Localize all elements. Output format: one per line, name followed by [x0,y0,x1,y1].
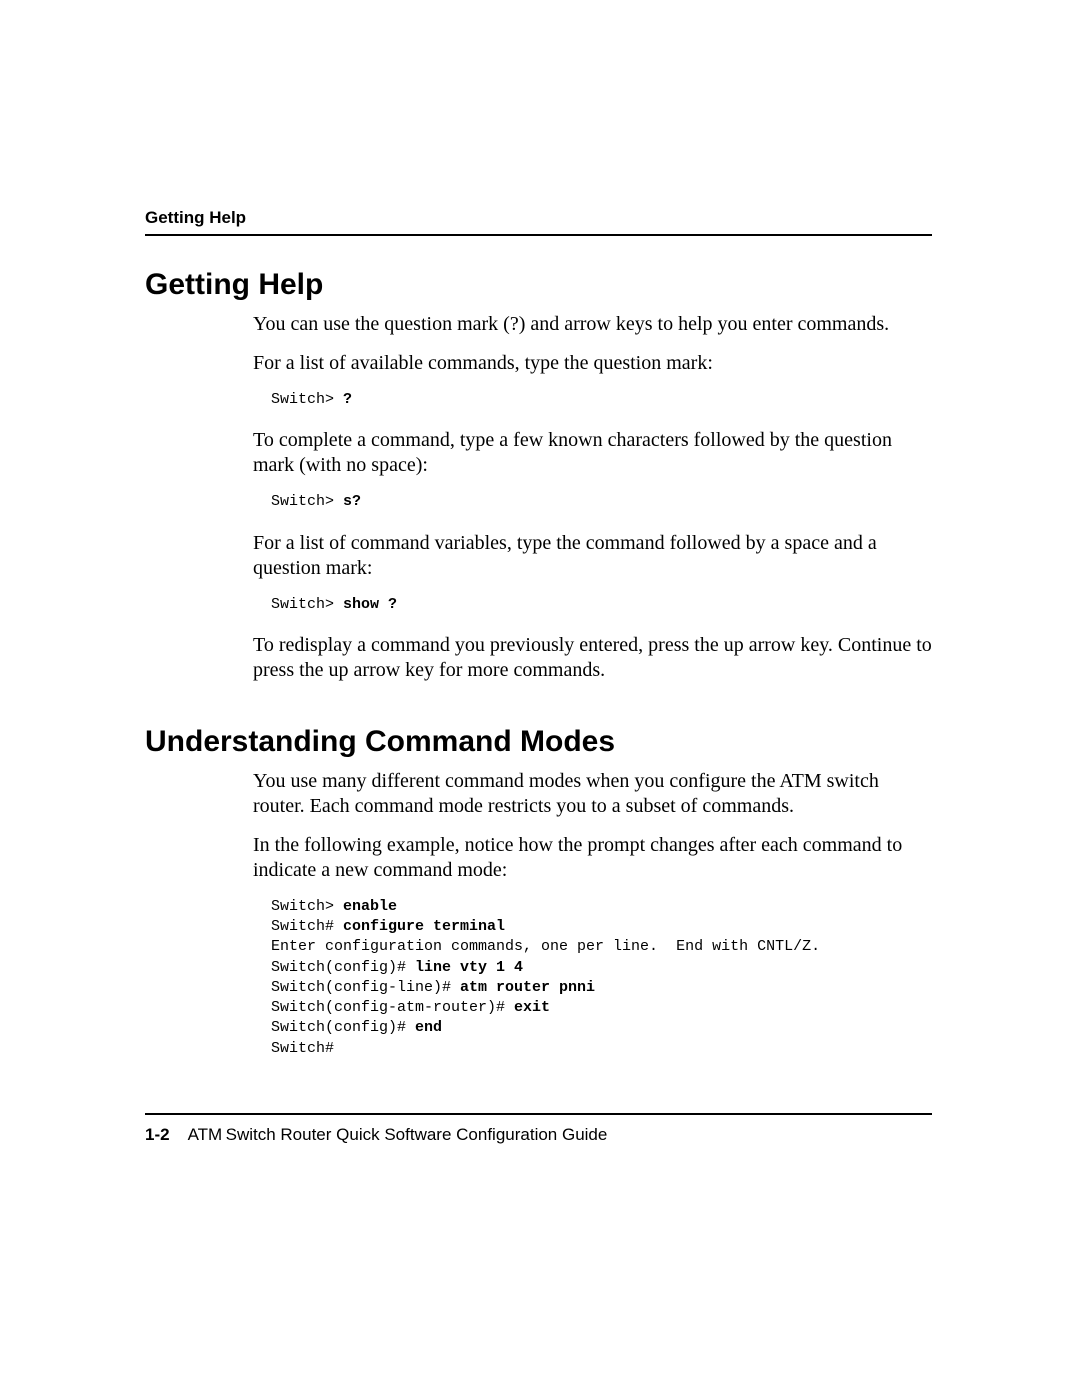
help-code3: Switch> show ? [271,595,932,615]
heading-command-modes: Understanding Command Modes [145,725,932,759]
heading-getting-help: Getting Help [145,268,932,302]
footer: 1-2 ATM Switch Router Quick Software Con… [145,1113,932,1145]
help-p5: To redisplay a command you previously en… [253,633,932,683]
code-input: s? [343,493,361,510]
code-input: end [415,1019,442,1036]
code-prompt: Switch(config-line)# [271,979,460,996]
running-head: Getting Help [145,208,932,236]
code-prompt: Switch> [271,391,343,408]
help-code2: Switch> s? [271,492,932,512]
help-body: You can use the question mark (?) and ar… [253,312,932,683]
help-code1: Switch> ? [271,390,932,410]
code-prompt: Switch(config)# [271,959,415,976]
code-input: exit [514,999,550,1016]
modes-p1: You use many different command modes whe… [253,769,932,819]
page: Getting Help Getting Help You can use th… [0,0,1080,1397]
code-prompt: Switch> [271,493,343,510]
code-prompt: Switch> [271,596,343,613]
code-prompt: Switch> [271,898,343,915]
code-prompt: Switch(config)# [271,1019,415,1036]
code-input: configure terminal [343,918,505,935]
section-gap [145,697,932,725]
help-p2: For a list of available commands, type t… [253,351,932,376]
modes-code: Switch> enable Switch# configure termina… [271,897,932,1059]
code-output: Enter configuration commands, one per li… [271,938,820,955]
modes-p2: In the following example, notice how the… [253,833,932,883]
code-input: ? [343,391,352,408]
modes-body: You use many different command modes whe… [253,769,932,1059]
code-prompt: Switch(config-atm-router)# [271,999,514,1016]
code-input: atm router pnni [460,979,595,996]
help-p4: For a list of command variables, type th… [253,531,932,581]
code-prompt: Switch# [271,1040,334,1057]
help-p3: To complete a command, type a few known … [253,428,932,478]
code-prompt: Switch# [271,918,343,935]
content-area: Getting Help You can use the question ma… [145,268,932,1077]
footer-title: ATM Switch Router Quick Software Configu… [188,1125,608,1145]
code-input: enable [343,898,397,915]
page-number: 1-2 [145,1125,170,1145]
help-p1: You can use the question mark (?) and ar… [253,312,932,337]
code-input: show ? [343,596,397,613]
code-input: line vty 1 4 [415,959,523,976]
